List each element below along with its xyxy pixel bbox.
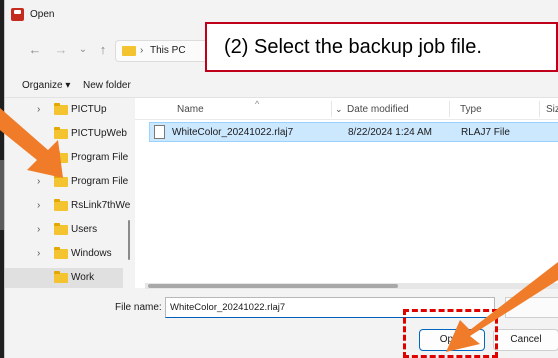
sidebar-item-work[interactable]: Work [5, 268, 123, 288]
app-icon [11, 8, 24, 21]
sidebar-item-pictup[interactable]: › PICTUp [5, 100, 123, 120]
column-header-size[interactable]: Siz [546, 104, 558, 115]
file-list: Name ^ ⌄ Date modified Type Siz WhiteCol… [135, 98, 558, 288]
folder-icon [54, 247, 68, 259]
column-header-type[interactable]: Type [460, 104, 482, 115]
sort-indicator-icon: ^ [255, 99, 260, 109]
sidebar-item-users[interactable]: › Users [5, 220, 123, 240]
sidebar-item-windows[interactable]: › Windows [5, 244, 123, 264]
folder-icon [54, 103, 68, 115]
window-title: Open [30, 9, 55, 20]
organize-button[interactable]: Organize ▾ [22, 80, 70, 91]
file-row-selected[interactable]: WhiteColor_20241022.rlaj7 8/22/2024 1:24… [149, 122, 558, 142]
breadcrumb-separator: › [140, 45, 144, 56]
command-bar: Organize ▾ New folder [5, 74, 558, 98]
new-folder-button[interactable]: New folder [83, 80, 131, 91]
sidebar-item-label: Program File [71, 152, 129, 163]
sidebar-item-rslink[interactable]: › RsLink7thWe [5, 196, 130, 216]
sidebar-item-label: Program File [71, 176, 129, 187]
column-filter-chevron-icon[interactable]: ⌄ [335, 104, 343, 115]
forward-arrow-icon[interactable]: → [53, 42, 69, 58]
sidebar-item-label: Windows [71, 248, 112, 259]
file-name-label: File name: [115, 302, 162, 313]
sidebar-item-label: RsLink7thWe [71, 200, 131, 211]
folder-icon [54, 199, 68, 211]
column-header-date-modified[interactable]: Date modified [347, 104, 409, 115]
file-icon [154, 125, 165, 139]
back-arrow-icon[interactable]: ← [27, 42, 43, 58]
instruction-callout: (2) Select the backup job file. [205, 22, 558, 72]
folder-icon [54, 271, 68, 283]
sidebar-item-label: PICTUp [71, 104, 107, 115]
column-divider[interactable] [331, 101, 332, 117]
expand-chevron-icon[interactable]: › [37, 176, 40, 187]
folder-icon [54, 151, 68, 163]
open-button-highlight [403, 309, 498, 358]
file-type: RLAJ7 File [461, 127, 510, 138]
horizontal-scrollbar[interactable] [145, 283, 558, 289]
column-divider[interactable] [449, 101, 450, 117]
sidebar-item-pictupweb[interactable]: PICTUpWeb [5, 124, 127, 144]
file-name: WhiteColor_20241022.rlaj7 [172, 127, 294, 138]
breadcrumb-this-pc[interactable]: This PC [150, 45, 186, 56]
sidebar-item-label: Users [71, 224, 98, 235]
sidebar-item-program-files[interactable]: Program File [5, 148, 128, 168]
folder-icon [54, 127, 68, 139]
expand-chevron-icon[interactable]: › [37, 104, 40, 115]
folder-icon [54, 175, 68, 187]
expand-chevron-icon[interactable]: › [37, 224, 40, 235]
column-divider[interactable] [539, 101, 540, 117]
sidebar-item-label: Work [71, 272, 95, 283]
sidebar-item-label: PICTUpWeb [71, 128, 127, 139]
column-header-name[interactable]: Name [177, 104, 204, 115]
folder-icon [122, 46, 136, 56]
folder-icon [54, 223, 68, 235]
file-type-select[interactable] [505, 297, 558, 318]
callout-text: (2) Select the backup job file. [224, 36, 482, 58]
expand-chevron-icon[interactable]: › [37, 248, 40, 259]
sidebar-scrollbar[interactable] [128, 220, 130, 260]
column-header-row: Name ^ ⌄ Date modified Type Siz [135, 98, 558, 120]
sidebar-item-program-files-x86[interactable]: › Program File [5, 172, 128, 192]
file-date-modified: 8/22/2024 1:24 AM [348, 127, 432, 138]
expand-chevron-icon[interactable]: › [37, 200, 40, 211]
cancel-button[interactable]: Cancel [493, 329, 558, 351]
recent-locations-chevron-icon[interactable]: ⌄ [75, 42, 91, 58]
navigation-pane: › PICTUp PICTUpWeb Program File › Progra… [5, 98, 130, 294]
up-arrow-icon[interactable]: ↑ [95, 42, 111, 58]
